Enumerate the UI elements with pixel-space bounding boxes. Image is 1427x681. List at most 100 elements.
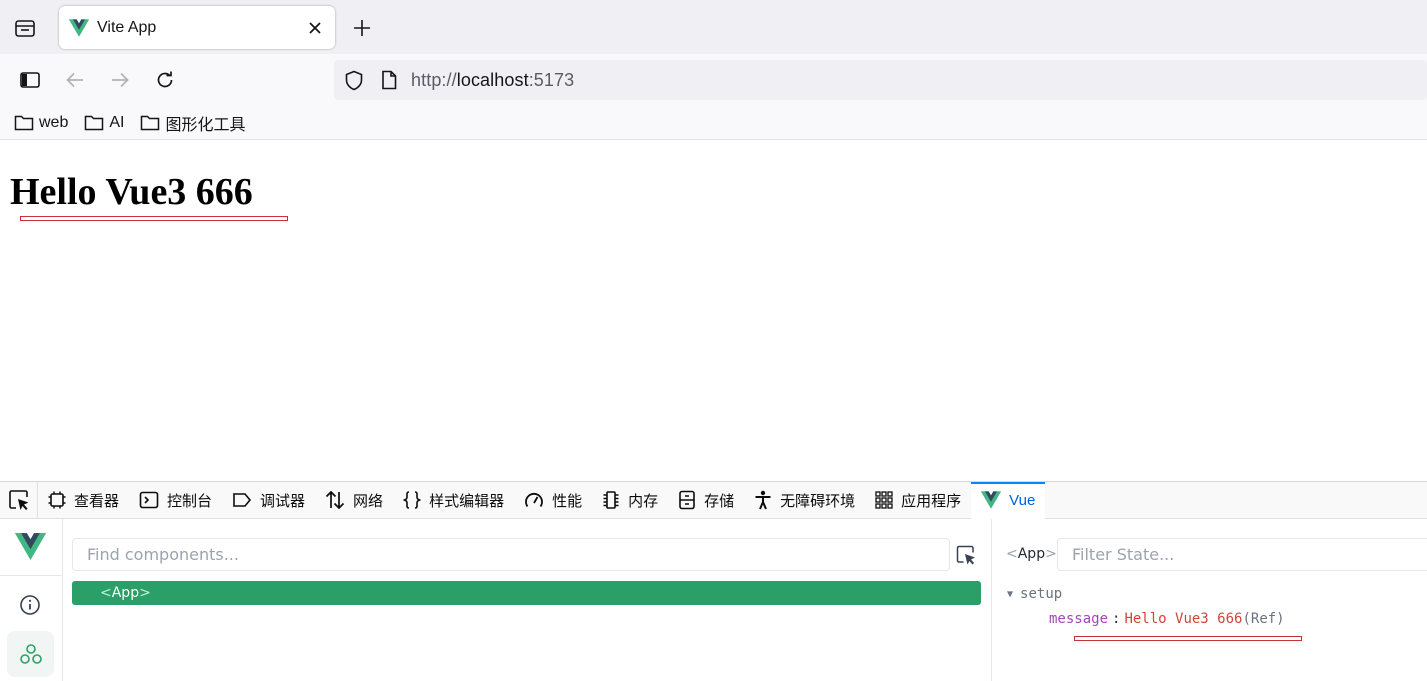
- tab-memory[interactable]: 内存: [592, 482, 668, 519]
- bookmark-folder-ai[interactable]: AI: [84, 114, 124, 132]
- braces-icon: [403, 491, 422, 509]
- component-tree-item-app[interactable]: <App>: [72, 581, 981, 605]
- network-arrows-icon: [325, 490, 345, 510]
- browser-tab-strip: Vite App: [0, 0, 1427, 54]
- component-tree-pane: <App>: [63, 519, 991, 681]
- debugger-icon: [233, 493, 252, 507]
- tab-overview-button[interactable]: [8, 12, 42, 44]
- console-icon: [139, 491, 159, 509]
- page-content: Hello Vue3 666: [0, 141, 1427, 481]
- tab-style-editor[interactable]: 样式编辑器: [393, 482, 514, 519]
- shield-icon[interactable]: [344, 70, 364, 91]
- tab-label: Vue: [1009, 491, 1036, 509]
- tree-close-bracket: >: [139, 585, 151, 601]
- url-bar[interactable]: http://localhost:5173: [334, 60, 1427, 100]
- url-port: :5173: [528, 70, 575, 90]
- tab-performance[interactable]: 性能: [514, 482, 592, 519]
- arrow-left-icon: [66, 72, 83, 88]
- close-bracket: >: [1045, 546, 1057, 562]
- reload-button[interactable]: [151, 66, 179, 94]
- grid-icon: [875, 491, 893, 509]
- vue-logo-icon: [69, 18, 89, 37]
- tab-vite-app[interactable]: Vite App: [59, 6, 335, 49]
- tab-label: 无障碍环境: [780, 492, 856, 510]
- folder-icon: [85, 115, 104, 131]
- tab-storage[interactable]: 存储: [668, 482, 744, 519]
- annotation-underline: [20, 216, 288, 221]
- tree-open-bracket: <: [100, 585, 112, 601]
- setup-section-label: setup: [1020, 586, 1063, 602]
- caret-down-icon: ▼: [1007, 588, 1014, 600]
- storage-icon: [679, 490, 695, 510]
- folder-icon: [141, 115, 160, 131]
- bookmark-folder-graphics-tools[interactable]: 图形化工具: [140, 111, 246, 135]
- find-components-input[interactable]: [72, 538, 950, 571]
- plus-icon: [354, 20, 370, 36]
- close-icon: [309, 21, 321, 34]
- devtools-toolbar: 查看器 控制台 调试器 网络 样式编辑器 性能 内存 存储 无障碍环境 应用程序…: [0, 481, 1427, 519]
- navigation-toolbar: http://localhost:5173: [0, 54, 1427, 106]
- inspected-component-name: <App>: [1006, 546, 1057, 562]
- bookmark-label: 图形化工具: [165, 116, 246, 134]
- tab-inspector[interactable]: 查看器: [38, 482, 129, 519]
- setup-section-toggle[interactable]: ▼ setup: [1007, 586, 1062, 602]
- tab-label: 控制台: [167, 492, 213, 510]
- page-heading: Hello Vue3 666: [10, 171, 253, 213]
- vue-devtools-panel: <App> <App> ▼ setup message:Hello Vue3 6…: [0, 519, 1427, 681]
- tab-accessibility[interactable]: 无障碍环境: [744, 482, 865, 519]
- filter-state-input[interactable]: [1057, 538, 1427, 571]
- accessibility-icon: [755, 490, 771, 510]
- tab-console[interactable]: 控制台: [129, 482, 222, 519]
- url-host: localhost: [456, 70, 529, 90]
- components-nav-button[interactable]: [7, 631, 54, 677]
- tab-label: 查看器: [74, 492, 120, 510]
- select-component-icon[interactable]: [956, 545, 976, 565]
- tree-component-name: App: [111, 585, 140, 601]
- state-colon: :: [1112, 611, 1121, 627]
- arrow-right-icon: [112, 72, 129, 88]
- state-type: (Ref): [1242, 611, 1285, 627]
- sidebar-icon: [20, 72, 40, 88]
- tab-label: 应用程序: [901, 492, 962, 510]
- info-icon[interactable]: [18, 593, 42, 617]
- back-button[interactable]: [61, 66, 89, 94]
- tab-vue[interactable]: Vue: [971, 481, 1046, 519]
- folder-icon: [14, 115, 34, 131]
- tab-close-button[interactable]: [305, 18, 325, 38]
- component-name: App: [1017, 546, 1046, 562]
- tab-overview-icon: [15, 20, 35, 37]
- components-icon: [19, 644, 42, 664]
- state-value: Hello Vue3 666: [1124, 611, 1243, 627]
- tab-debugger[interactable]: 调试器: [222, 482, 315, 519]
- tab-label: 网络: [353, 492, 384, 510]
- tab-label: 存储: [704, 492, 735, 510]
- gauge-icon: [525, 493, 543, 508]
- tab-label: 性能: [552, 492, 583, 510]
- bookmark-folder-web[interactable]: web: [14, 114, 68, 132]
- state-key: message: [1049, 611, 1109, 627]
- inspector-icon: [48, 491, 66, 509]
- memory-chip-icon: [603, 491, 619, 509]
- open-bracket: <: [1006, 546, 1018, 562]
- tab-network[interactable]: 网络: [315, 482, 393, 519]
- sidebar-toggle-button[interactable]: [16, 66, 44, 94]
- tab-title: Vite App: [97, 18, 157, 36]
- bookmark-label: web: [39, 113, 69, 131]
- page-info-icon[interactable]: [380, 70, 398, 90]
- vue-devtools-sidebar: [0, 519, 63, 681]
- tab-label: 样式编辑器: [429, 492, 505, 510]
- annotation-underline: [1074, 636, 1302, 641]
- vue-logo-icon: [15, 533, 46, 560]
- reload-icon: [157, 71, 173, 88]
- state-entry-message[interactable]: message: Hello Vue3 666(Ref): [1049, 611, 1285, 627]
- forward-button[interactable]: [106, 66, 134, 94]
- url-text[interactable]: http://localhost:5173: [411, 70, 574, 90]
- tab-label: 调试器: [260, 492, 306, 510]
- vue-logo-icon: [981, 491, 1002, 509]
- new-tab-button[interactable]: [348, 14, 376, 42]
- element-picker-button[interactable]: [0, 481, 38, 519]
- tab-application[interactable]: 应用程序: [865, 482, 971, 519]
- url-scheme: http://: [411, 70, 457, 90]
- element-picker-icon: [8, 490, 28, 510]
- tab-label: 内存: [628, 492, 659, 510]
